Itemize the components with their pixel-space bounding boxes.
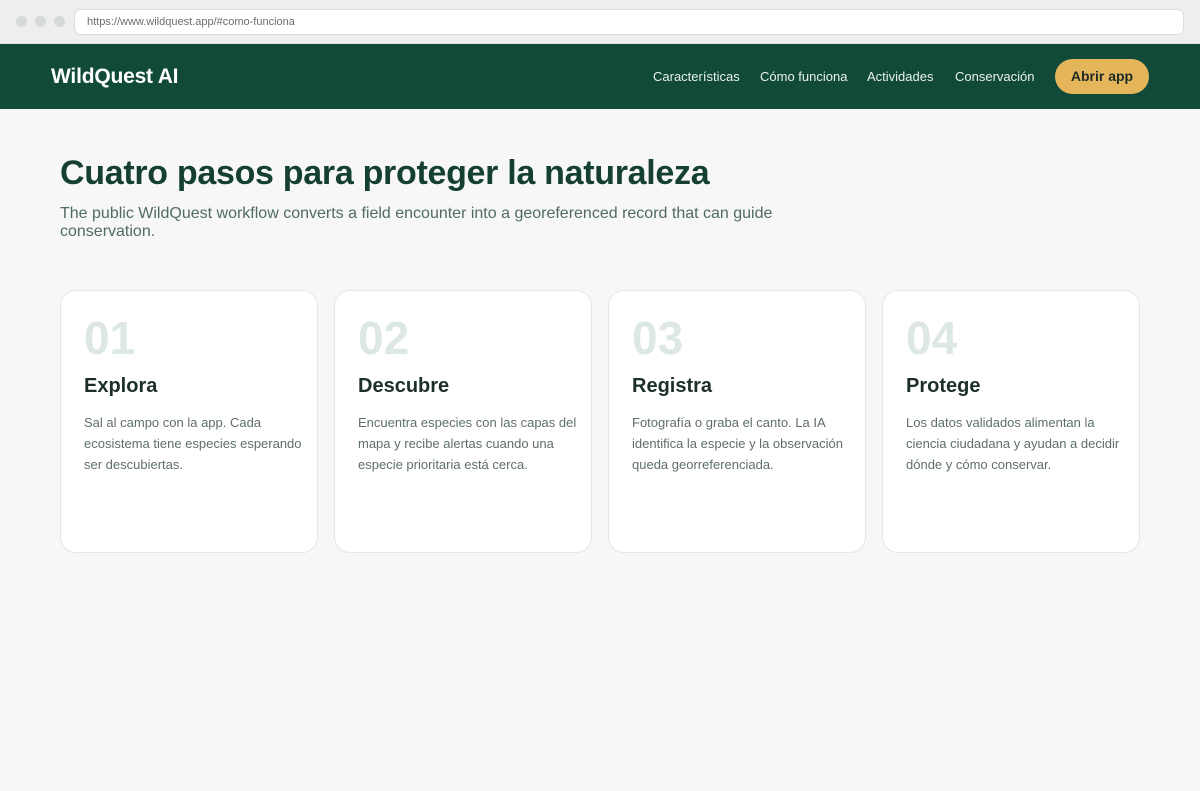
step-description: Los datos validados alimentan la ciencia… (906, 415, 1120, 472)
top-navigation: WildQuest AI Características Cómo funcio… (0, 44, 1200, 109)
address-bar[interactable]: https://www.wildquest.app/#como-funciona (74, 9, 1184, 35)
step-title: Registra (632, 375, 713, 397)
step-number: 04 (906, 312, 958, 364)
nav-link-como-funciona[interactable]: Cómo funciona (760, 44, 847, 109)
step-card-explora: 01 Explora Sal al campo con la app. Cada… (60, 290, 318, 553)
nav-link-caracteristicas[interactable]: Características (653, 44, 740, 109)
step-number: 02 (358, 312, 410, 364)
brand-logo[interactable]: WildQuest AI (51, 44, 179, 109)
nav-link-actividades[interactable]: Actividades (867, 44, 933, 109)
nav-link-conservacion[interactable]: Conservación (955, 44, 1035, 109)
browser-chrome: https://www.wildquest.app/#como-funciona (0, 0, 1200, 44)
step-title: Descubre (358, 375, 450, 397)
open-app-button[interactable]: Abrir app (1055, 59, 1149, 94)
window-minimize-dot[interactable] (35, 16, 46, 27)
window-close-dot[interactable] (16, 16, 27, 27)
step-card-registra: 03 Registra Fotografía o graba el canto.… (608, 290, 866, 553)
step-card-descubre: 02 Descubre Encuentra especies con las c… (334, 290, 592, 553)
step-card-protege: 04 Protege Los datos validados alimentan… (882, 290, 1140, 553)
window-maximize-dot[interactable] (54, 16, 65, 27)
section-subtitle: The public WildQuest workflow converts a… (60, 205, 773, 240)
step-number: 03 (632, 312, 684, 364)
step-title: Explora (84, 375, 158, 397)
section-title: Cuatro pasos para proteger la naturaleza (60, 154, 710, 192)
step-description: Encuentra especies con las capas del map… (358, 415, 577, 472)
step-title: Protege (906, 375, 981, 397)
step-description: Fotografía o graba el canto. La IA ident… (632, 415, 844, 472)
step-description: Sal al campo con la app. Cada ecosistema… (84, 415, 302, 472)
step-number: 01 (84, 312, 136, 364)
